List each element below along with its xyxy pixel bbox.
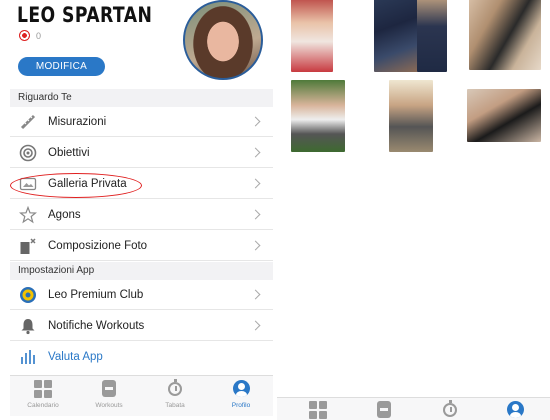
tab-tabata[interactable]: [417, 398, 483, 420]
tab-workouts[interactable]: [351, 398, 417, 420]
avatar[interactable]: [183, 0, 263, 80]
workout-icon: [100, 380, 118, 398]
bell-icon: [19, 317, 37, 335]
edit-profile-button[interactable]: MODIFICA: [18, 57, 105, 76]
chevron-right-icon: [250, 178, 261, 189]
section-header-about: Riguardo Te: [10, 89, 273, 107]
chevron-right-icon: [250, 240, 261, 251]
chevron-right-icon: [250, 289, 261, 300]
workout-icon: [375, 401, 393, 419]
user-name: LEO SPARTAN: [17, 3, 153, 27]
premium-club-icon: [19, 286, 37, 304]
ruler-icon: [19, 113, 37, 131]
grid-icon: [309, 401, 327, 419]
gallery-photo[interactable]: [291, 0, 333, 72]
gallery-photo[interactable]: [291, 80, 345, 152]
tab-tabata[interactable]: Tabata: [142, 376, 208, 416]
gallery-photo[interactable]: [389, 80, 433, 152]
rating-icon: [19, 348, 37, 366]
menu-label: Valuta App: [48, 351, 103, 363]
tab-calendario[interactable]: [285, 398, 351, 420]
tab-bar: Calendario Workouts Tabata Profilo: [10, 375, 273, 416]
grid-icon: [34, 380, 52, 398]
gallery-photo[interactable]: [374, 0, 418, 72]
tab-profilo[interactable]: Profilo: [208, 376, 274, 416]
badge-icon: [19, 30, 30, 41]
menu-item-leo-premium-club[interactable]: Leo Premium Club: [10, 280, 273, 310]
chevron-right-icon: [250, 320, 261, 331]
menu-item-notifiche-workouts[interactable]: Notifiche Workouts: [10, 311, 273, 341]
menu-item-valuta-app[interactable]: Valuta App: [10, 342, 273, 372]
tab-label: Workouts: [95, 402, 123, 409]
menu-label: Agons: [48, 208, 81, 221]
star-icon: [19, 205, 37, 224]
tab-calendario[interactable]: Calendario: [10, 376, 76, 416]
chevron-right-icon: [250, 147, 261, 158]
gallery-photo[interactable]: [417, 0, 447, 72]
badge-row: 0: [19, 30, 41, 41]
menu-item-agons[interactable]: Agons: [10, 200, 273, 230]
menu-label: Composizione Foto: [48, 239, 148, 252]
menu-item-composizione-foto[interactable]: Composizione Foto: [10, 231, 273, 261]
tab-label: Calendario: [27, 402, 59, 409]
gallery-photo[interactable]: [469, 0, 541, 70]
section-header-app-settings: Impostazioni App: [10, 262, 273, 280]
menu-item-misurazioni[interactable]: Misurazioni: [10, 107, 273, 137]
highlight-annotation: [10, 173, 142, 198]
timer-icon: [441, 400, 459, 419]
tab-bar: [277, 397, 550, 420]
menu-label: Leo Premium Club: [48, 288, 144, 301]
photo-compose-icon: [19, 237, 37, 255]
gallery-photo[interactable]: [467, 89, 541, 142]
menu-label: Obiettivi: [48, 146, 90, 159]
tab-workouts[interactable]: Workouts: [76, 376, 142, 416]
menu-item-obiettivi[interactable]: Obiettivi: [10, 138, 273, 168]
target-icon: [19, 144, 37, 162]
tab-profilo[interactable]: [482, 398, 548, 420]
chevron-right-icon: [250, 209, 261, 220]
profile-icon: [232, 380, 250, 398]
menu-label: Notifiche Workouts: [48, 319, 145, 332]
profile-screen: LEO SPARTAN 0 MODIFICA Riguardo Te Misur…: [0, 0, 275, 420]
chevron-right-icon: [250, 116, 261, 127]
tab-label: Tabata: [165, 402, 185, 409]
profile-icon: [506, 401, 524, 419]
tab-label: Profilo: [231, 402, 251, 409]
timer-icon: [166, 379, 184, 398]
badge-count: 0: [36, 30, 42, 41]
private-gallery-screen: [277, 0, 550, 420]
menu-label: Misurazioni: [48, 115, 107, 128]
